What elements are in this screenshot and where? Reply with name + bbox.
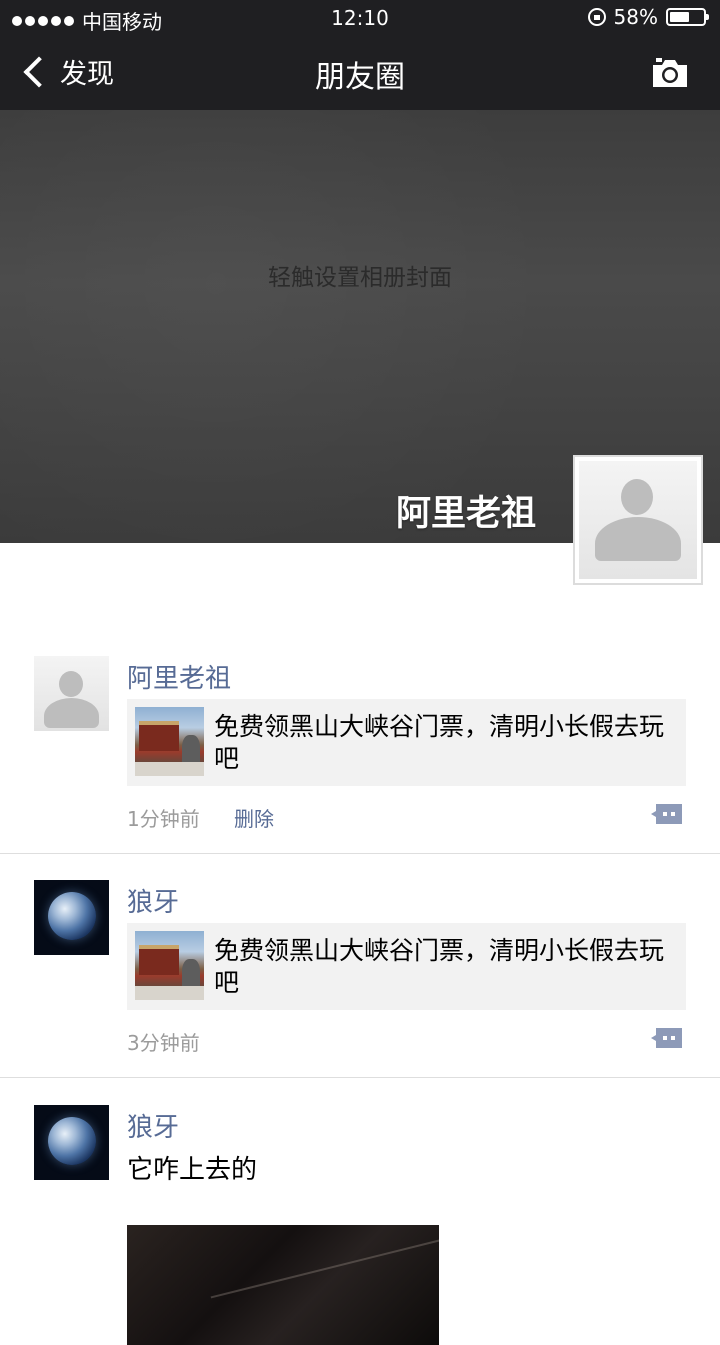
author-name[interactable]: 阿里老祖 <box>127 658 231 695</box>
link-thumbnail <box>135 707 204 776</box>
author-avatar[interactable] <box>34 656 109 731</box>
link-title: 免费领黑山大峡谷门票，清明小长假去玩吧 <box>214 712 665 773</box>
comment-icon[interactable] <box>650 1026 684 1050</box>
post-photo[interactable] <box>127 1225 439 1345</box>
default-avatar-icon <box>579 461 697 579</box>
author-name[interactable]: 狼牙 <box>127 882 179 919</box>
page-title: 朋友圈 <box>315 60 405 95</box>
profile-name: 阿里老祖 <box>395 494 536 534</box>
rotation-lock-icon <box>587 8 606 26</box>
divider <box>0 853 720 854</box>
cover-hint: 轻触设置相册封面 <box>268 265 452 291</box>
battery-percent: 58% <box>613 5 658 29</box>
post-time: 3分钟前 <box>127 1031 200 1055</box>
nav-bar: 发现 朋友圈 <box>0 38 720 110</box>
author-name[interactable]: 狼牙 <box>127 1107 179 1144</box>
camera-icon[interactable] <box>650 56 690 90</box>
author-avatar[interactable] <box>34 1105 109 1180</box>
author-avatar[interactable] <box>34 880 109 955</box>
profile-avatar[interactable] <box>573 455 703 585</box>
link-title: 免费领黑山大峡谷门票，清明小长假去玩吧 <box>214 936 665 997</box>
default-avatar-icon <box>59 671 83 697</box>
earth-icon <box>48 1117 96 1165</box>
link-card[interactable]: 免费领黑山大峡谷门票，清明小长假去玩吧 <box>127 699 686 786</box>
divider <box>0 1077 720 1078</box>
earth-icon <box>48 892 96 940</box>
status-bar: 中国移动 12:10 58% <box>0 0 720 38</box>
comment-icon[interactable] <box>650 802 684 826</box>
link-card[interactable]: 免费领黑山大峡谷门票，清明小长假去玩吧 <box>127 923 686 1010</box>
post-time: 1分钟前 <box>127 807 200 831</box>
post-text: 它咋上去的 <box>127 1155 258 1185</box>
link-thumbnail <box>135 931 204 1000</box>
status-right: 58% <box>587 5 709 29</box>
delete-button[interactable]: 删除 <box>234 803 274 832</box>
battery-icon <box>666 8 709 26</box>
